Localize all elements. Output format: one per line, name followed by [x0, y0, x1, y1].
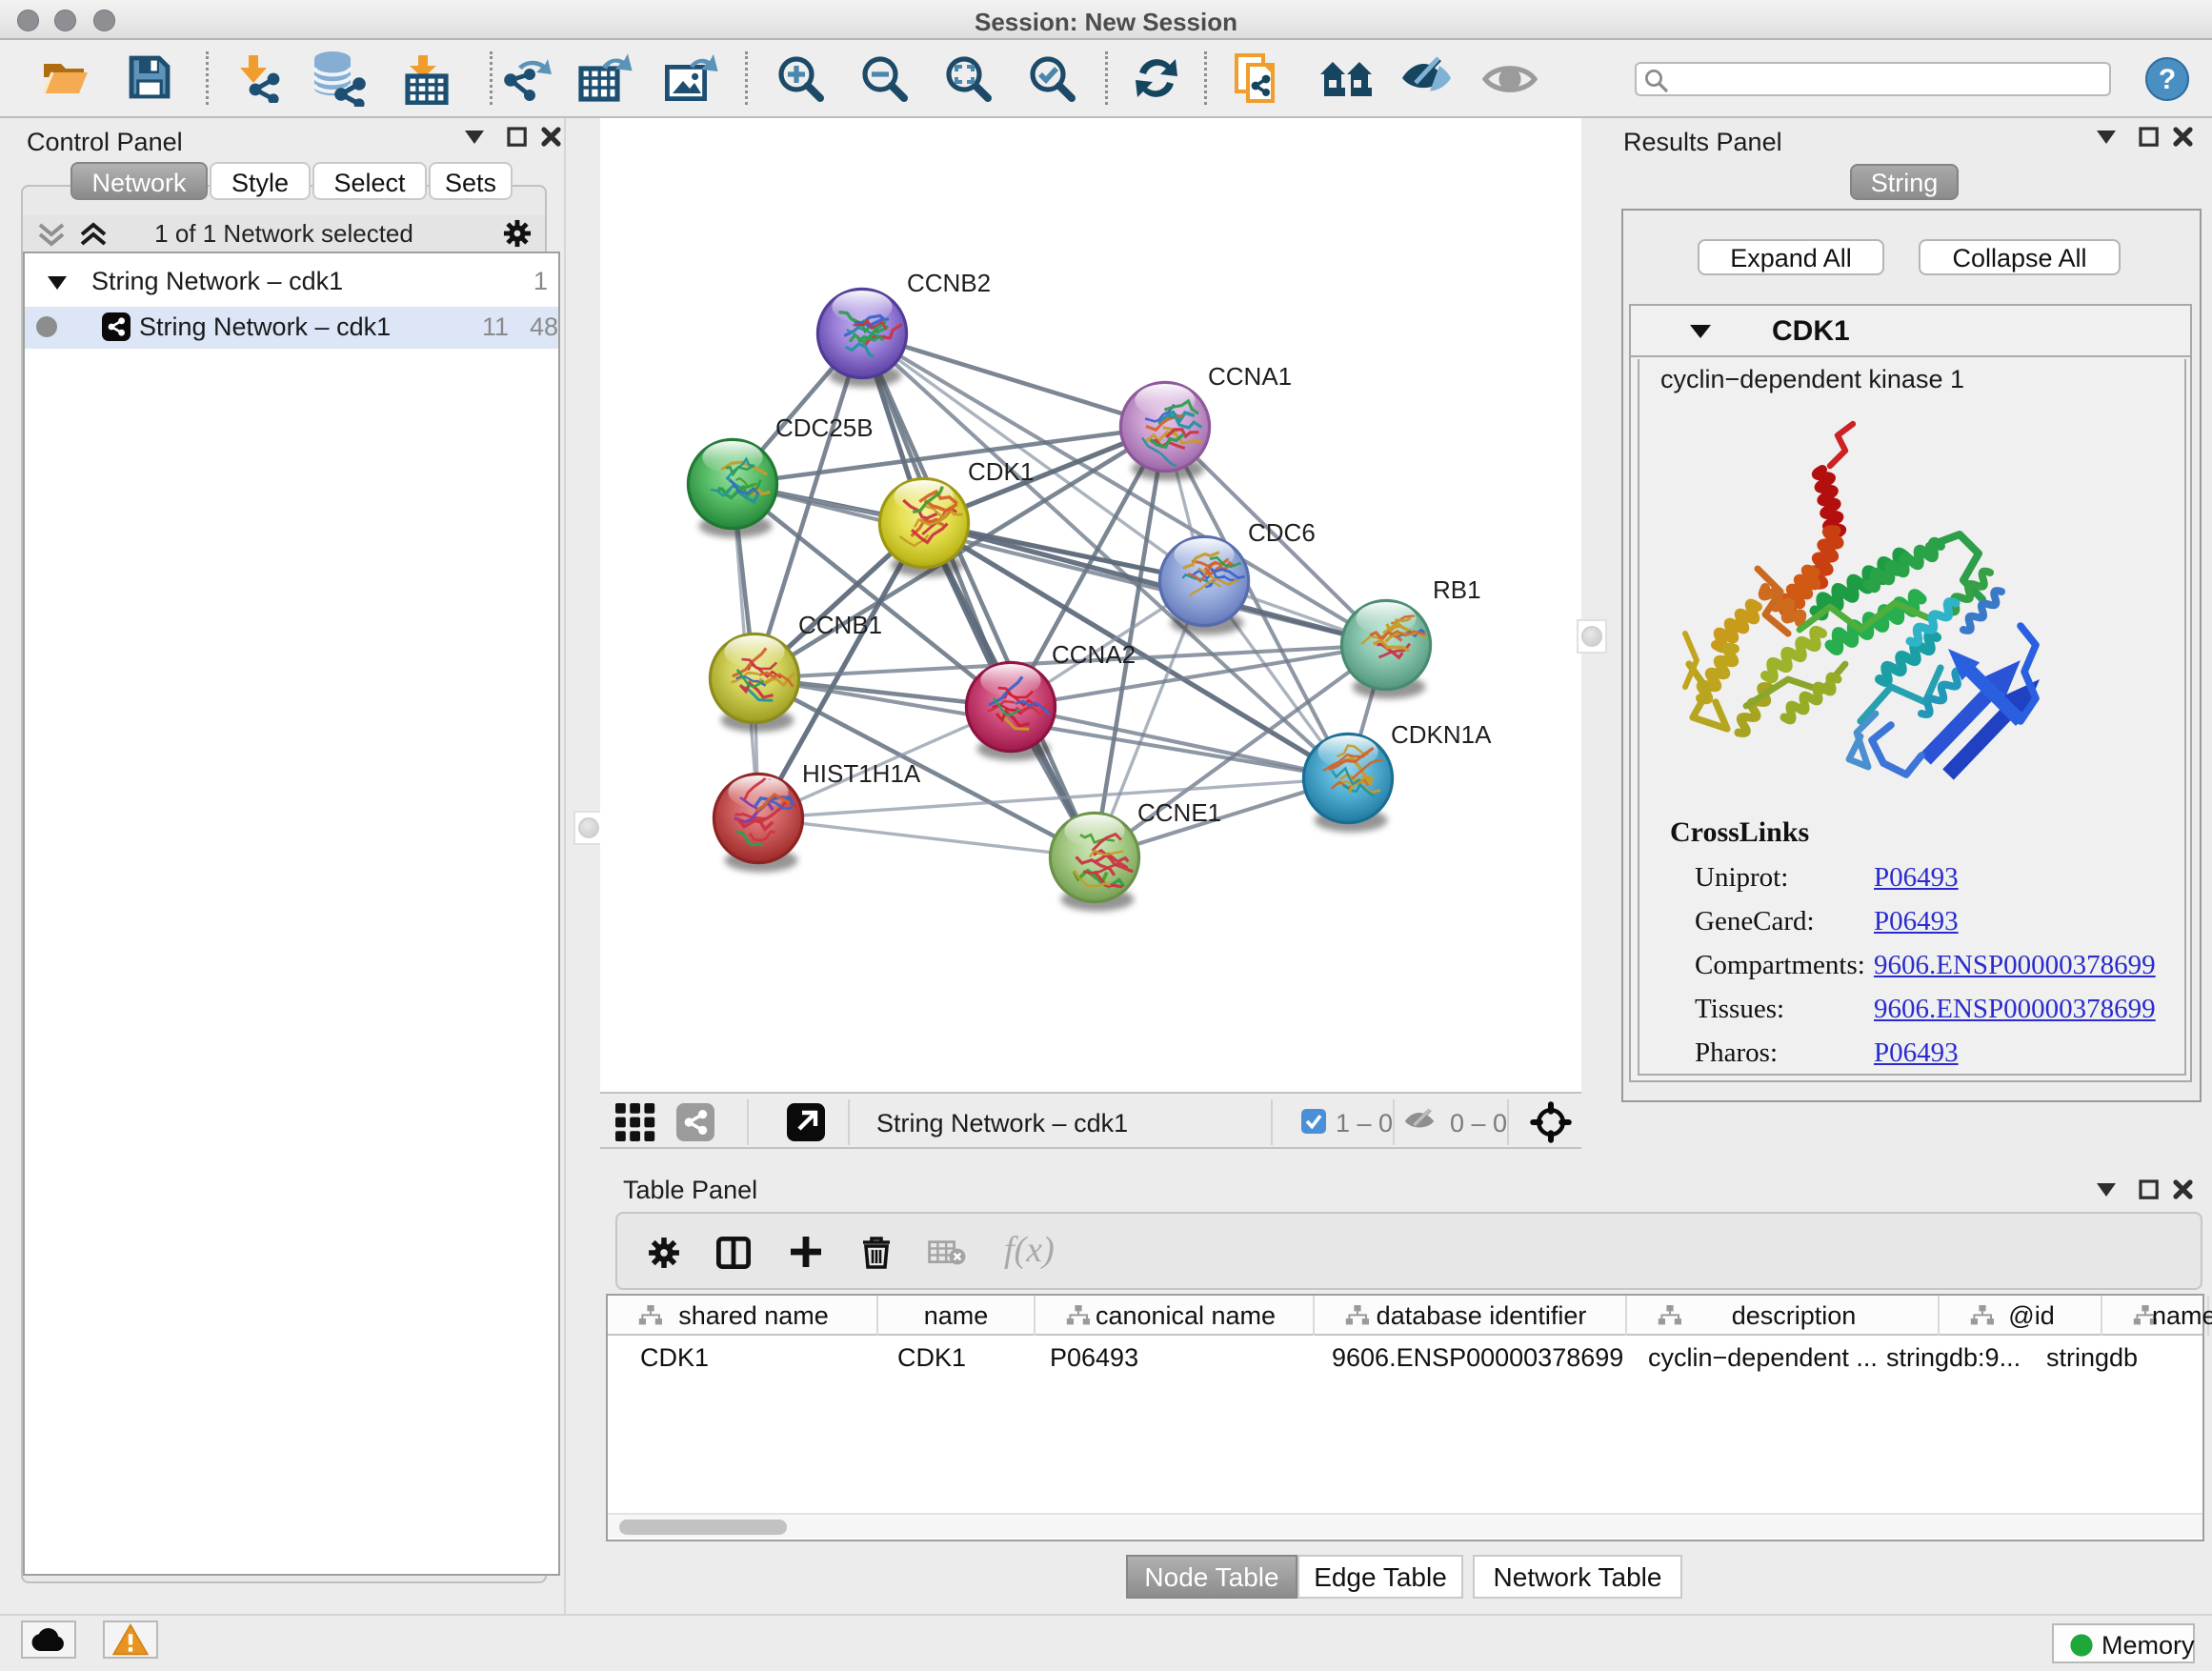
svg-text:CDKN1A: CDKN1A — [1391, 720, 1492, 749]
svg-text:CCNB1: CCNB1 — [798, 611, 882, 639]
svg-text:RB1: RB1 — [1433, 575, 1481, 604]
svg-text:CCNA2: CCNA2 — [1052, 640, 1136, 669]
svg-text:CDC25B: CDC25B — [775, 413, 874, 442]
svg-text:CDC6: CDC6 — [1248, 518, 1316, 547]
svg-text:?: ? — [2159, 64, 2176, 95]
svg-text:CCNE1: CCNE1 — [1137, 798, 1221, 827]
svg-text:CDK1: CDK1 — [968, 457, 1034, 486]
svg-text:HIST1H1A: HIST1H1A — [802, 759, 921, 788]
svg-text:CCNB2: CCNB2 — [907, 269, 991, 297]
svg-text:CCNA1: CCNA1 — [1208, 362, 1292, 391]
